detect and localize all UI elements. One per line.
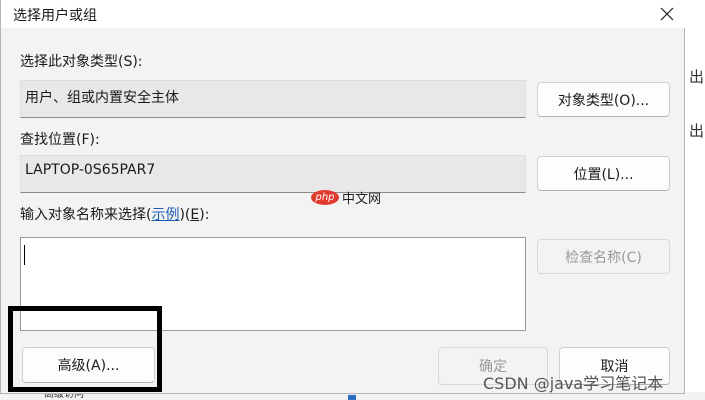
object-type-field: 用户、组或内置安全主体 [20,80,526,118]
close-icon [660,7,674,21]
background-window-edge [686,0,705,400]
examples-link[interactable]: 示例 [151,207,179,223]
location-field: LAPTOP-0S65PAR7 [20,155,526,193]
locations-button[interactable]: 位置(L)... [537,156,670,191]
enter-names-label: 输入对象名称来选择(示例)(E): [20,204,209,224]
php-watermark-text: 中文网 [342,192,382,207]
php-watermark: php 中文网 [311,188,381,207]
text-caret [24,245,25,265]
annotation-highlight-box [8,306,162,392]
location-value: LAPTOP-0S65PAR7 [25,162,156,178]
object-type-label: 选择此对象类型(S): [20,54,143,70]
enter-names-prefix: 输入对象名称来选择( [20,207,152,223]
background-text-2: 出 [689,122,705,140]
enter-names-key: E [190,207,200,223]
check-names-button[interactable]: 检查名称(C) [537,239,670,274]
php-logo-badge: php [311,190,339,205]
enter-names-suffix: ): [199,207,210,223]
object-types-button[interactable]: 对象类型(O)... [537,82,670,117]
enter-names-mid: )( [179,207,191,223]
dialog-title: 选择用户或组 [13,8,97,24]
location-label: 查找位置(F): [20,132,100,148]
object-type-value: 用户、组或内置安全主体 [25,90,179,106]
title-bar: 选择用户或组 [1,0,685,28]
close-button[interactable] [649,0,685,28]
background-bottom-mark [348,395,356,400]
csdn-watermark: CSDN @java学习笔记本 [483,374,664,393]
background-text-1: 出 [689,68,705,86]
